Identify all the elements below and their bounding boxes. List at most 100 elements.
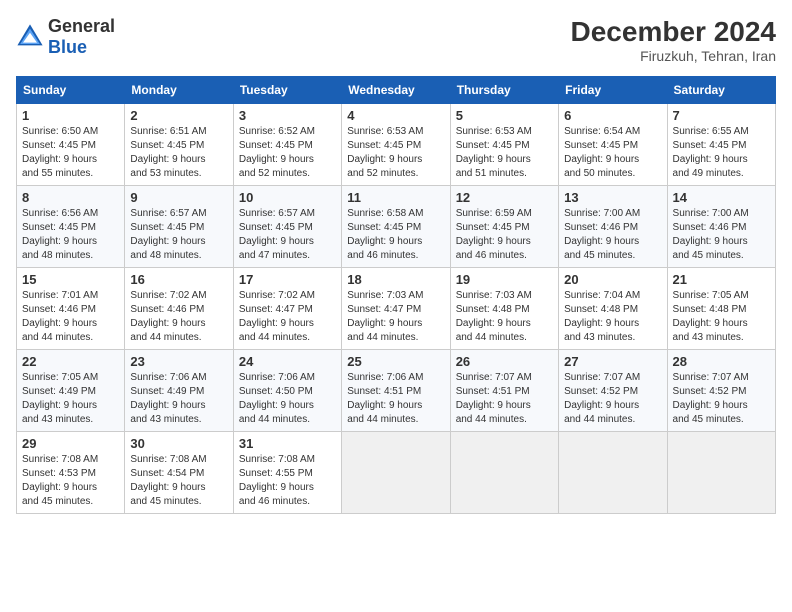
logo: General Blue — [16, 16, 115, 58]
day-number: 9 — [130, 190, 227, 205]
day-info: Sunrise: 7:02 AM Sunset: 4:47 PM Dayligh… — [239, 289, 336, 345]
title-block: December 2024 Firuzkuh, Tehran, Iran — [571, 16, 776, 64]
day-number: 6 — [564, 108, 661, 123]
logo-text: General Blue — [48, 16, 115, 58]
calendar-cell: 4 Sunrise: 6:53 AM Sunset: 4:45 PM Daylig… — [342, 104, 450, 186]
day-header-sunday: Sunday — [17, 77, 125, 104]
day-number: 18 — [347, 272, 444, 287]
day-number: 25 — [347, 354, 444, 369]
day-number: 3 — [239, 108, 336, 123]
day-info: Sunrise: 7:08 AM Sunset: 4:55 PM Dayligh… — [239, 453, 336, 509]
day-number: 16 — [130, 272, 227, 287]
day-info: Sunrise: 6:53 AM Sunset: 4:45 PM Dayligh… — [347, 125, 444, 181]
day-info: Sunrise: 7:03 AM Sunset: 4:47 PM Dayligh… — [347, 289, 444, 345]
calendar-week-3: 15 Sunrise: 7:01 AM Sunset: 4:46 PM Dayli… — [17, 268, 776, 350]
day-number: 30 — [130, 436, 227, 451]
calendar-cell: 8 Sunrise: 6:56 AM Sunset: 4:45 PM Daylig… — [17, 186, 125, 268]
day-info: Sunrise: 7:02 AM Sunset: 4:46 PM Dayligh… — [130, 289, 227, 345]
day-number: 17 — [239, 272, 336, 287]
calendar-table: SundayMondayTuesdayWednesdayThursdayFrid… — [16, 76, 776, 514]
day-info: Sunrise: 6:56 AM Sunset: 4:45 PM Dayligh… — [22, 207, 119, 263]
day-info: Sunrise: 6:55 AM Sunset: 4:45 PM Dayligh… — [673, 125, 770, 181]
day-info: Sunrise: 7:00 AM Sunset: 4:46 PM Dayligh… — [564, 207, 661, 263]
day-info: Sunrise: 6:50 AM Sunset: 4:45 PM Dayligh… — [22, 125, 119, 181]
calendar-cell: 20 Sunrise: 7:04 AM Sunset: 4:48 PM Dayli… — [559, 268, 667, 350]
calendar-week-1: 1 Sunrise: 6:50 AM Sunset: 4:45 PM Daylig… — [17, 104, 776, 186]
calendar-cell: 28Sunrise: 7:07 AM Sunset: 4:52 PM Dayli… — [667, 350, 775, 432]
calendar-cell: 3 Sunrise: 6:52 AM Sunset: 4:45 PM Daylig… — [233, 104, 341, 186]
calendar-cell: 14Sunrise: 7:00 AM Sunset: 4:46 PM Dayli… — [667, 186, 775, 268]
calendar-week-5: 29 Sunrise: 7:08 AM Sunset: 4:53 PM Dayli… — [17, 432, 776, 514]
day-number: 22 — [22, 354, 119, 369]
calendar-cell: 25 Sunrise: 7:06 AM Sunset: 4:51 PM Dayli… — [342, 350, 450, 432]
calendar-cell: 30 Sunrise: 7:08 AM Sunset: 4:54 PM Dayli… — [125, 432, 233, 514]
day-number: 24 — [239, 354, 336, 369]
day-number: 1 — [22, 108, 119, 123]
day-info: Sunrise: 7:07 AM Sunset: 4:52 PM Dayligh… — [673, 371, 770, 427]
day-number: 15 — [22, 272, 119, 287]
calendar-cell: 15 Sunrise: 7:01 AM Sunset: 4:46 PM Dayli… — [17, 268, 125, 350]
day-info: Sunrise: 6:58 AM Sunset: 4:45 PM Dayligh… — [347, 207, 444, 263]
day-info: Sunrise: 7:07 AM Sunset: 4:52 PM Dayligh… — [564, 371, 661, 427]
day-number: 19 — [456, 272, 553, 287]
calendar-cell: 22Sunrise: 7:05 AM Sunset: 4:49 PM Dayli… — [17, 350, 125, 432]
day-number: 12 — [456, 190, 553, 205]
location: Firuzkuh, Tehran, Iran — [571, 48, 776, 64]
day-number: 21 — [673, 272, 770, 287]
day-number: 13 — [564, 190, 661, 205]
calendar-cell: 29 Sunrise: 7:08 AM Sunset: 4:53 PM Dayli… — [17, 432, 125, 514]
day-number: 27 — [564, 354, 661, 369]
calendar-cell: 1 Sunrise: 6:50 AM Sunset: 4:45 PM Daylig… — [17, 104, 125, 186]
page-header: General Blue December 2024 Firuzkuh, Teh… — [16, 16, 776, 64]
day-info: Sunrise: 7:03 AM Sunset: 4:48 PM Dayligh… — [456, 289, 553, 345]
calendar-cell: 5Sunrise: 6:53 AM Sunset: 4:45 PM Daylig… — [450, 104, 558, 186]
calendar-cell: 26 Sunrise: 7:07 AM Sunset: 4:51 PM Dayli… — [450, 350, 558, 432]
day-number: 20 — [564, 272, 661, 287]
day-info: Sunrise: 7:06 AM Sunset: 4:51 PM Dayligh… — [347, 371, 444, 427]
calendar-cell: 2 Sunrise: 6:51 AM Sunset: 4:45 PM Daylig… — [125, 104, 233, 186]
month-year: December 2024 — [571, 16, 776, 48]
day-info: Sunrise: 6:59 AM Sunset: 4:45 PM Dayligh… — [456, 207, 553, 263]
day-header-saturday: Saturday — [667, 77, 775, 104]
calendar-cell: 18 Sunrise: 7:03 AM Sunset: 4:47 PM Dayli… — [342, 268, 450, 350]
day-number: 29 — [22, 436, 119, 451]
day-header-tuesday: Tuesday — [233, 77, 341, 104]
calendar-cell: 9 Sunrise: 6:57 AM Sunset: 4:45 PM Daylig… — [125, 186, 233, 268]
day-header-thursday: Thursday — [450, 77, 558, 104]
calendar-cell: 23Sunrise: 7:06 AM Sunset: 4:49 PM Dayli… — [125, 350, 233, 432]
day-info: Sunrise: 6:54 AM Sunset: 4:45 PM Dayligh… — [564, 125, 661, 181]
calendar-cell: 19 Sunrise: 7:03 AM Sunset: 4:48 PM Dayli… — [450, 268, 558, 350]
day-info: Sunrise: 7:08 AM Sunset: 4:53 PM Dayligh… — [22, 453, 119, 509]
day-number: 11 — [347, 190, 444, 205]
calendar-cell: 12 Sunrise: 6:59 AM Sunset: 4:45 PM Dayli… — [450, 186, 558, 268]
day-info: Sunrise: 7:07 AM Sunset: 4:51 PM Dayligh… — [456, 371, 553, 427]
day-info: Sunrise: 6:52 AM Sunset: 4:45 PM Dayligh… — [239, 125, 336, 181]
day-info: Sunrise: 7:05 AM Sunset: 4:48 PM Dayligh… — [673, 289, 770, 345]
calendar-cell: 6 Sunrise: 6:54 AM Sunset: 4:45 PM Daylig… — [559, 104, 667, 186]
day-info: Sunrise: 6:57 AM Sunset: 4:45 PM Dayligh… — [130, 207, 227, 263]
day-number: 4 — [347, 108, 444, 123]
day-number: 8 — [22, 190, 119, 205]
day-info: Sunrise: 7:04 AM Sunset: 4:48 PM Dayligh… — [564, 289, 661, 345]
calendar-cell: 11 Sunrise: 6:58 AM Sunset: 4:45 PM Dayli… — [342, 186, 450, 268]
calendar-cell — [667, 432, 775, 514]
calendar-week-4: 22Sunrise: 7:05 AM Sunset: 4:49 PM Dayli… — [17, 350, 776, 432]
calendar-cell: 10Sunrise: 6:57 AM Sunset: 4:45 PM Dayli… — [233, 186, 341, 268]
day-number: 7 — [673, 108, 770, 123]
day-info: Sunrise: 7:06 AM Sunset: 4:49 PM Dayligh… — [130, 371, 227, 427]
day-info: Sunrise: 6:51 AM Sunset: 4:45 PM Dayligh… — [130, 125, 227, 181]
logo-icon — [16, 23, 44, 51]
day-number: 2 — [130, 108, 227, 123]
day-number: 26 — [456, 354, 553, 369]
day-info: Sunrise: 7:08 AM Sunset: 4:54 PM Dayligh… — [130, 453, 227, 509]
calendar-header-row: SundayMondayTuesdayWednesdayThursdayFrid… — [17, 77, 776, 104]
calendar-cell: 27 Sunrise: 7:07 AM Sunset: 4:52 PM Dayli… — [559, 350, 667, 432]
day-header-wednesday: Wednesday — [342, 77, 450, 104]
calendar-cell — [450, 432, 558, 514]
calendar-cell: 24Sunrise: 7:06 AM Sunset: 4:50 PM Dayli… — [233, 350, 341, 432]
calendar-cell: 31 Sunrise: 7:08 AM Sunset: 4:55 PM Dayli… — [233, 432, 341, 514]
day-number: 31 — [239, 436, 336, 451]
calendar-cell — [342, 432, 450, 514]
day-info: Sunrise: 7:01 AM Sunset: 4:46 PM Dayligh… — [22, 289, 119, 345]
day-number: 5 — [456, 108, 553, 123]
